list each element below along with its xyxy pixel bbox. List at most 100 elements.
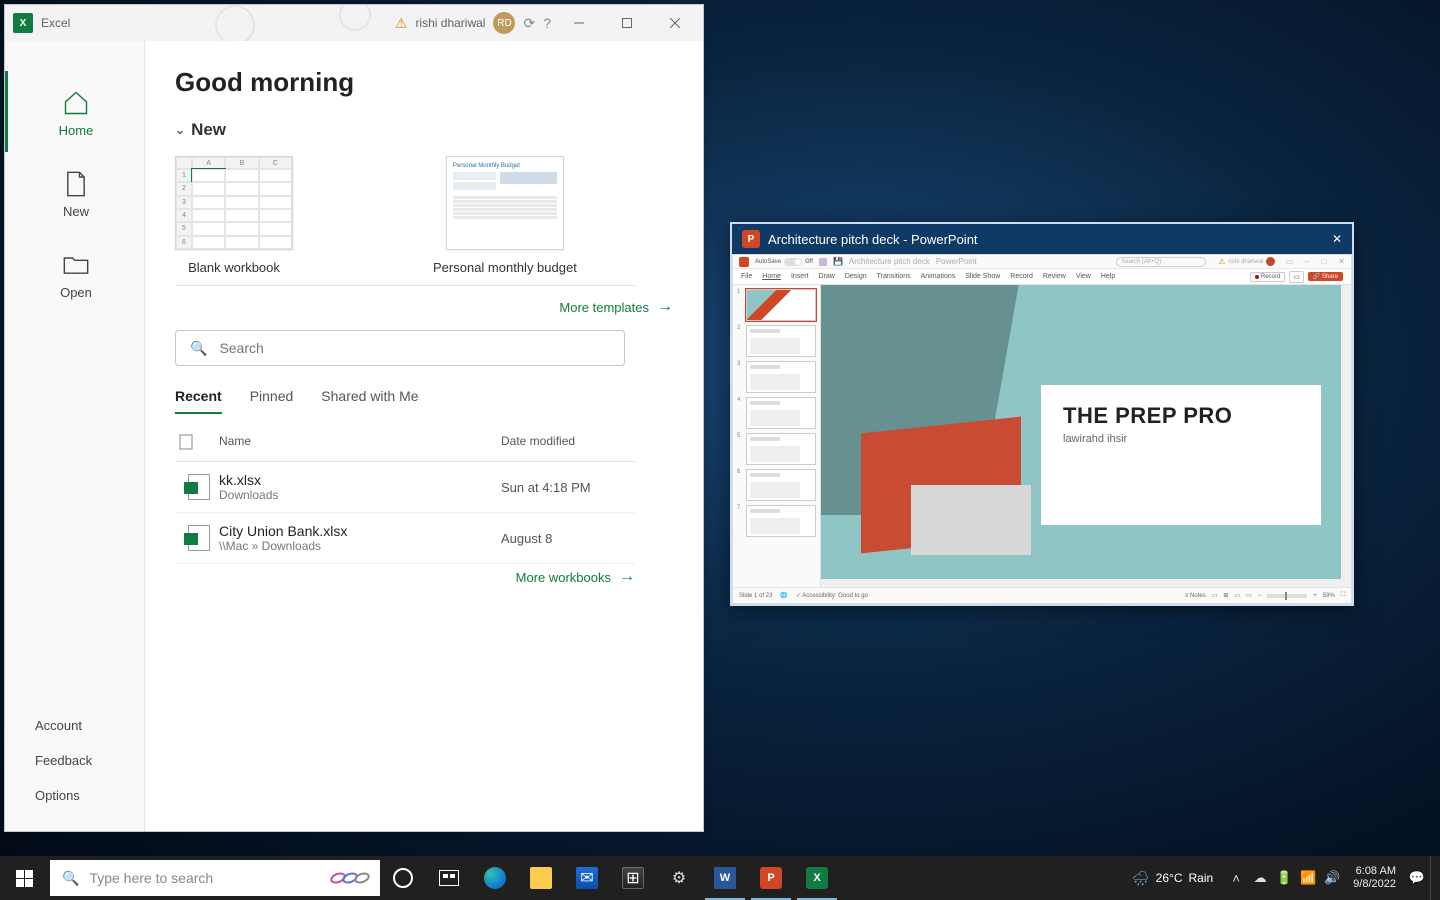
qat-save-icon[interactable]: 💾 <box>833 257 843 266</box>
present-dropdown-icon[interactable]: ▭ <box>1289 271 1304 283</box>
taskbar-mail[interactable]: ✉ <box>564 856 610 900</box>
ppt-user[interactable]: rishi dhariwal <box>1228 259 1263 265</box>
search-box[interactable]: 🔍 <box>175 330 625 366</box>
start-button[interactable] <box>0 856 48 900</box>
taskbar-clock[interactable]: 6:08 AM 9/8/2022 <box>1345 865 1404 891</box>
ppt-avatar[interactable] <box>1266 257 1275 266</box>
slide-thumb-7[interactable] <box>746 505 816 537</box>
slide-title-textbox[interactable]: THE PREP PRO lawirahd ihsir <box>1041 385 1321 525</box>
ribbon-tab-draw[interactable]: Draw <box>818 273 834 280</box>
slide-thumb-1[interactable] <box>746 289 816 321</box>
ppt-max[interactable]: □ <box>1321 257 1326 266</box>
ribbon-tab-file[interactable]: File <box>741 273 752 280</box>
record-button[interactable]: Record <box>1250 272 1285 282</box>
more-workbooks-link[interactable]: More workbooks→ <box>175 568 635 586</box>
ribbon-tab-design[interactable]: Design <box>845 273 867 280</box>
taskbar-powerpoint[interactable]: P <box>748 856 794 900</box>
ribbon-tab-home[interactable]: Home <box>762 273 781 280</box>
ppt-close[interactable]: ✕ <box>1338 257 1345 266</box>
show-desktop-button[interactable] <box>1430 856 1436 900</box>
maximize-button[interactable] <box>607 9 647 37</box>
view-reading-icon[interactable]: ▭ <box>1234 592 1240 599</box>
cortana-button[interactable] <box>380 856 426 900</box>
weather-widget[interactable]: 🌧 26°C Rain <box>1122 870 1223 887</box>
view-normal-icon[interactable]: ▭ <box>1212 592 1218 599</box>
tray-overflow[interactable]: ˄ <box>1225 856 1247 900</box>
share-button[interactable]: 🔗 Share <box>1308 272 1343 281</box>
ppt-search[interactable]: Search (Alt+Q) <box>1116 257 1206 267</box>
canvas-vscrollbar[interactable] <box>1341 285 1351 587</box>
ribbon-mode-icon[interactable]: ▭ <box>1285 257 1293 266</box>
action-center[interactable]: 💬 <box>1406 856 1428 900</box>
canvas-hscrollbar[interactable] <box>821 579 1351 587</box>
taskbar-search[interactable]: 🔍 Type here to search <box>50 860 380 896</box>
col-header-name[interactable]: Name <box>219 434 501 453</box>
ribbon-tab-transitions[interactable]: Transitions <box>877 273 911 280</box>
slide-thumb-3[interactable] <box>746 361 816 393</box>
template-blank-workbook[interactable]: ABC 1 2 3 4 5 6 Blank workbook <box>175 156 293 275</box>
peek-close-button[interactable]: ✕ <box>1332 232 1342 246</box>
taskbar-explorer[interactable] <box>518 856 564 900</box>
file-row[interactable]: kk.xlsx Downloads Sun at 4:18 PM <box>175 462 635 513</box>
user-avatar[interactable]: RD <box>493 12 515 34</box>
sidebar-item-feedback[interactable]: Feedback <box>5 743 144 778</box>
ppt-min[interactable]: – <box>1305 257 1309 266</box>
sidebar-item-open[interactable]: Open <box>5 233 144 314</box>
lang-icon[interactable]: 🌐 <box>780 592 787 599</box>
view-slideshow-icon[interactable]: ▭ <box>1246 592 1252 599</box>
tab-shared[interactable]: Shared with Me <box>321 388 418 414</box>
slide-thumb-4[interactable] <box>746 397 816 429</box>
more-templates-link[interactable]: More templates→ <box>175 298 673 316</box>
close-button[interactable] <box>655 9 695 37</box>
ribbon-tab-help[interactable]: Help <box>1101 273 1115 280</box>
file-row[interactable]: City Union Bank.xlsx \\Mac » Downloads A… <box>175 513 635 564</box>
slide-thumb-6[interactable] <box>746 469 816 501</box>
taskbar-edge[interactable] <box>472 856 518 900</box>
ribbon-tab-record[interactable]: Record <box>1010 273 1033 280</box>
help-icon[interactable]: ? <box>543 15 551 31</box>
taskbar-word[interactable]: W <box>702 856 748 900</box>
zoom-slider[interactable] <box>1267 594 1307 598</box>
excel-titlebar[interactable]: X Excel ⚠ rishi dhariwal RD ⟳ ? <box>5 5 703 41</box>
view-sorter-icon[interactable]: ⊞ <box>1223 592 1228 599</box>
task-view-button[interactable] <box>426 856 472 900</box>
zoom-in-icon[interactable]: + <box>1313 593 1317 599</box>
section-header-new[interactable]: ⌄ New <box>175 120 673 140</box>
sidebar-item-new[interactable]: New <box>5 152 144 233</box>
template-personal-budget[interactable]: Personal Monthly Budget Personal monthly… <box>433 156 577 275</box>
minimize-button[interactable] <box>559 9 599 37</box>
taskbar-store[interactable]: ⊞ <box>610 856 656 900</box>
ribbon-tab-insert[interactable]: Insert <box>791 273 809 280</box>
sync-icon[interactable]: ⟳ <box>523 15 535 32</box>
ribbon-tab-review[interactable]: Review <box>1043 273 1066 280</box>
slide-thumb-5[interactable] <box>746 433 816 465</box>
sidebar-item-account[interactable]: Account <box>5 708 144 743</box>
search-input[interactable] <box>219 340 610 356</box>
tray-network[interactable]: 📶 <box>1297 856 1319 900</box>
fit-window-icon[interactable]: ⛶ <box>1341 592 1345 599</box>
qat-icon[interactable] <box>819 258 827 266</box>
slide-counter[interactable]: Slide 1 of 23 <box>739 593 772 599</box>
col-header-date[interactable]: Date modified <box>501 434 631 453</box>
taskbar-excel[interactable]: X <box>794 856 840 900</box>
tray-volume[interactable]: 🔊 <box>1321 856 1343 900</box>
ribbon-tab-view[interactable]: View <box>1076 273 1091 280</box>
user-name[interactable]: rishi dhariwal <box>415 16 485 30</box>
ribbon-tab-animations[interactable]: Animations <box>921 273 956 280</box>
notes-button[interactable]: ≡ Notes <box>1185 593 1206 599</box>
zoom-out-icon[interactable]: − <box>1258 593 1262 599</box>
slide-canvas[interactable]: THE PREP PRO lawirahd ihsir <box>821 285 1351 587</box>
tab-recent[interactable]: Recent <box>175 388 222 414</box>
sidebar-item-options[interactable]: Options <box>5 778 144 813</box>
taskbar-settings[interactable]: ⚙ <box>656 856 702 900</box>
slide-thumb-2[interactable] <box>746 325 816 357</box>
tray-onedrive[interactable]: ☁ <box>1249 856 1271 900</box>
tray-battery[interactable]: 🔋 <box>1273 856 1295 900</box>
warning-icon[interactable]: ⚠ <box>395 15 408 32</box>
zoom-percent[interactable]: 59% <box>1323 593 1335 599</box>
autosave-toggle[interactable]: AutoSave Off <box>755 258 813 266</box>
tab-pinned[interactable]: Pinned <box>250 388 294 414</box>
powerpoint-peek-preview[interactable]: P Architecture pitch deck - PowerPoint ✕… <box>730 222 1354 606</box>
accessibility-status[interactable]: ✓ Accessibility: Good to go <box>796 592 868 599</box>
sidebar-item-home[interactable]: Home <box>5 71 144 152</box>
